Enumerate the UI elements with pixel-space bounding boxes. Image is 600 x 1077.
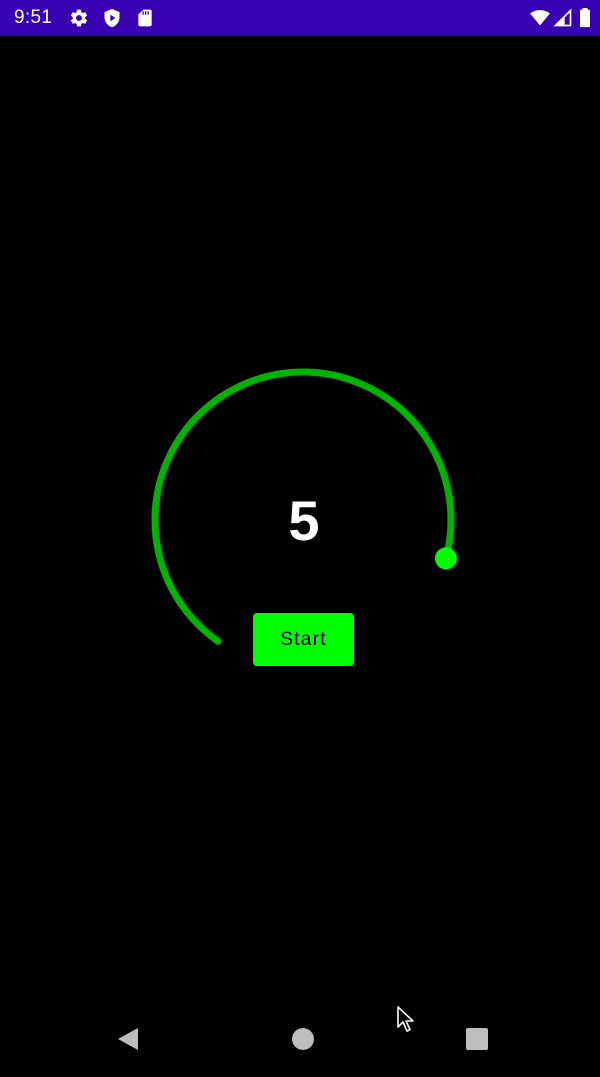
timer-value: 5: [288, 489, 320, 552]
app-screen: 9:51 5 Start: [0, 0, 600, 1077]
timer-gauge: 5: [0, 0, 600, 1077]
home-icon: [292, 1027, 314, 1050]
back-button[interactable]: [88, 1000, 168, 1077]
mouse-pointer-icon: [397, 1006, 414, 1032]
recents-button[interactable]: [437, 1000, 517, 1077]
timer-slider-thumb[interactable]: [434, 547, 457, 570]
recents-icon: [466, 1027, 488, 1050]
navigation-bar: [0, 1000, 600, 1077]
home-button[interactable]: [263, 1000, 343, 1077]
back-icon: [118, 1027, 138, 1050]
start-button[interactable]: Start: [253, 613, 354, 666]
